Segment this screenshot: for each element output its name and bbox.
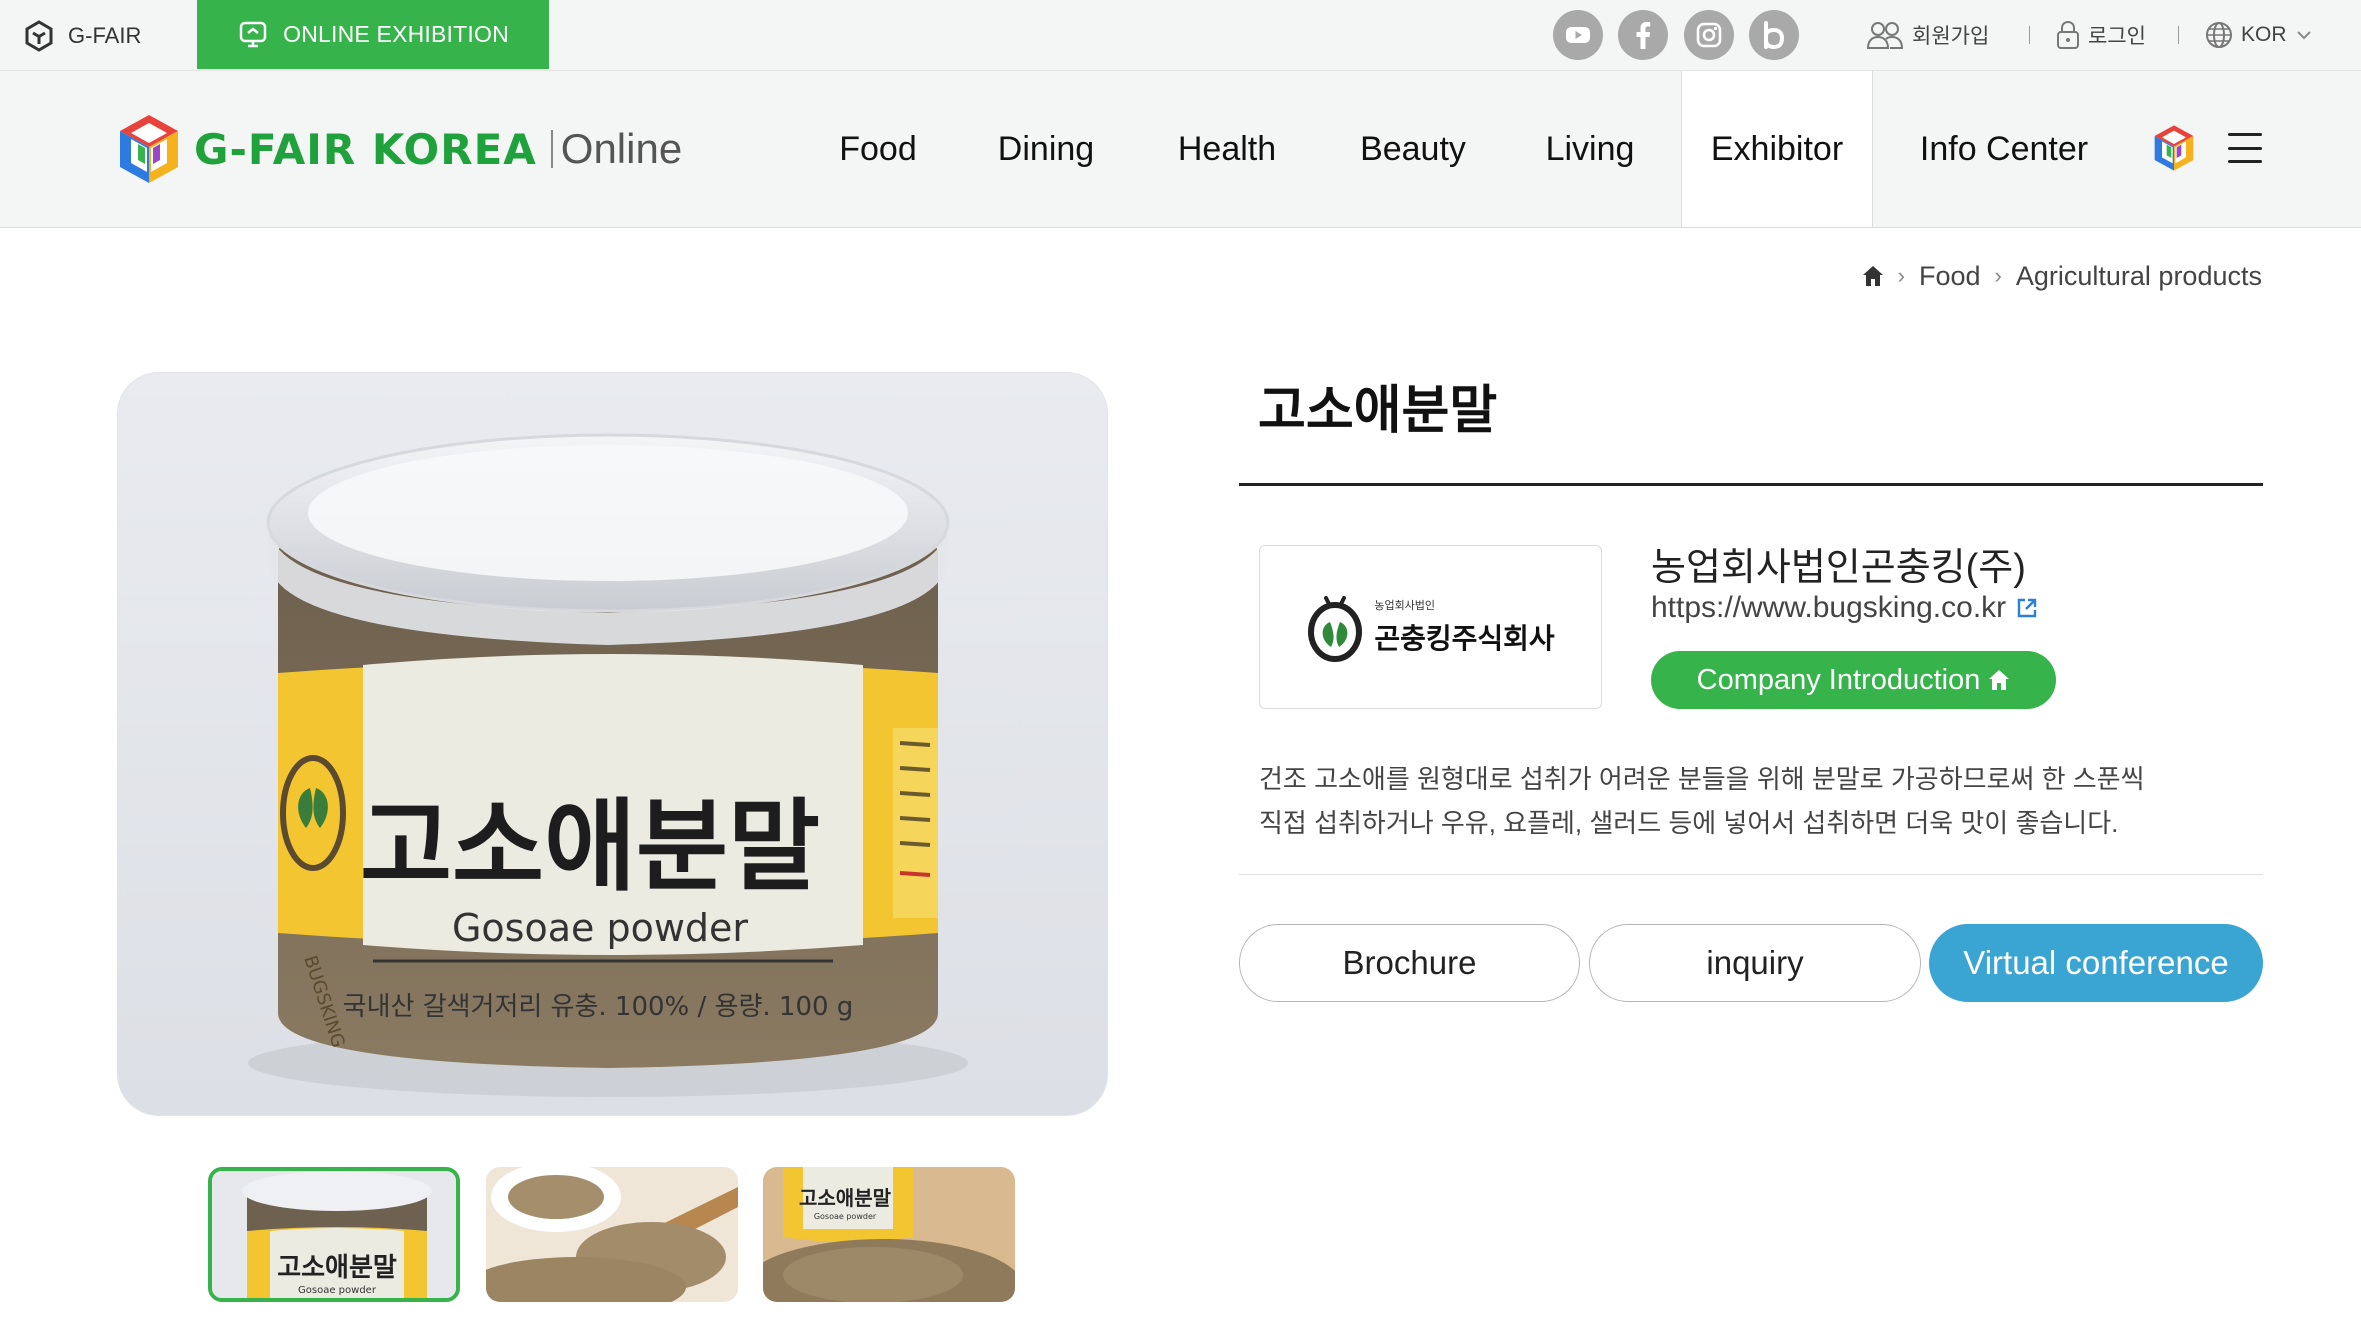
company-logo: 농업회사법인 곤충킹주식회사	[1259, 545, 1602, 709]
thumbnail-powder-spoon-image	[486, 1167, 738, 1302]
description-divider	[1239, 874, 2263, 875]
gfair-home-link[interactable]: G-FAIR	[24, 18, 141, 54]
nav-item-info-center[interactable]: Info Center	[1906, 71, 2102, 227]
external-link-icon	[2017, 598, 2037, 618]
nav-item-beauty[interactable]: Beauty	[1340, 71, 1486, 227]
virtual-conference-button[interactable]: Virtual conference	[1929, 924, 2263, 1002]
hamburger-menu-button[interactable]	[2228, 133, 2262, 163]
logo-divider	[550, 130, 553, 168]
title-divider	[1239, 483, 2263, 486]
product-title: 고소애분말	[1258, 382, 1498, 440]
nav-item-food[interactable]: Food	[812, 71, 944, 227]
online-exhibition-label: ONLINE EXHIBITION	[283, 21, 509, 47]
company-logo-text-group: 농업회사법인 곤충킹주식회사	[1374, 597, 1554, 657]
instagram-button[interactable]	[1684, 10, 1734, 60]
menu-line	[2228, 146, 2262, 150]
logo-suffix: Online	[560, 125, 683, 172]
company-logo-small-text: 농업회사법인	[1374, 600, 1436, 612]
site-logo[interactable]: G-FAIR KOREA Online	[116, 111, 682, 187]
company-introduction-label: Company Introduction	[1696, 663, 1981, 696]
signup-link[interactable]: 회원가입	[1866, 16, 1989, 54]
top-utility-bar: G-FAIR ONLINE EXHIBITION 회원가입 로그인 KOR	[0, 0, 2361, 71]
instagram-icon	[1696, 22, 1722, 48]
thumbnail-3[interactable]: 고소애분말 Gosoae powder	[763, 1167, 1015, 1302]
lock-icon	[2057, 20, 2079, 49]
exhibition-icon	[239, 21, 267, 47]
company-website-link[interactable]: https://www.bugsking.co.kr	[1651, 591, 2038, 625]
breadcrumb-food[interactable]: Food	[1919, 261, 1981, 292]
blog-icon	[1764, 21, 1785, 49]
breadcrumb: › Food › Agricultural products	[1862, 256, 2262, 296]
thumbnail-sub: Gosoae powder	[814, 1212, 877, 1221]
globe-icon	[2206, 22, 2232, 48]
nav-item-health[interactable]: Health	[1160, 71, 1294, 227]
gfair-cube-button[interactable]	[2152, 123, 2196, 173]
blog-button[interactable]	[1749, 10, 1799, 60]
gfair-label: G-FAIR	[68, 23, 142, 48]
home-icon	[1989, 670, 2010, 690]
thumbnail-jar-image: 고소애분말 Gosoae powder	[212, 1171, 456, 1298]
facebook-icon	[1636, 22, 1651, 49]
jar-label-korean: 고소애분말	[360, 788, 820, 905]
thumbnail-label: 고소애분말	[799, 1186, 892, 1210]
gfair-cube-icon	[2154, 125, 2194, 171]
nav-item-dining[interactable]: Dining	[978, 71, 1114, 227]
product-main-image: 고소애분말 Gosoae powder 국내산 갈색거저리 유충. 100% /…	[117, 372, 1108, 1116]
thumbnail-2[interactable]	[486, 1167, 738, 1302]
gfair-korea-logo-icon	[120, 115, 178, 183]
thumbnail-jar-powder-image: 고소애분말 Gosoae powder	[763, 1167, 1015, 1302]
company-logo-text: 곤충킹주식회사	[1374, 622, 1555, 655]
home-icon[interactable]	[1862, 265, 1884, 287]
gfair-cube-icon	[25, 20, 53, 52]
language-label: KOR	[2241, 23, 2287, 46]
jar-label-sub: 국내산 갈색거저리 유충. 100% / 용량. 100 g	[343, 992, 854, 1022]
language-selector[interactable]: KOR	[2205, 16, 2313, 54]
thumbnail-sub: Gosoae powder	[298, 1285, 377, 1296]
bug-logo-icon	[1308, 596, 1363, 662]
nav-item-exhibitor[interactable]: Exhibitor	[1681, 71, 1873, 227]
description-line: 건조 고소애를 원형대로 섭취가 어려운 분들을 위해 분말로 가공하므로써 한…	[1259, 764, 2145, 794]
brochure-button[interactable]: Brochure	[1239, 924, 1580, 1002]
thumbnail-1[interactable]: 고소애분말 Gosoae powder	[208, 1167, 460, 1302]
description-line: 직접 섭취하거나 우유, 요플레, 샐러드 등에 넣어서 섭취하면 더욱 맛이 …	[1259, 808, 2119, 838]
divider	[2029, 26, 2030, 44]
company-introduction-button[interactable]: Company Introduction	[1651, 651, 2056, 709]
chevron-down-icon	[2296, 31, 2311, 40]
product-description: 건조 고소애를 원형대로 섭취가 어려운 분들을 위해 분말로 가공하므로써 한…	[1259, 757, 2249, 845]
divider	[2178, 26, 2179, 44]
breadcrumb-separator: ›	[1897, 263, 1905, 288]
logo-text: G-FAIR KOREA	[194, 124, 537, 174]
login-label: 로그인	[2088, 25, 2146, 48]
inquiry-button[interactable]: inquiry	[1589, 924, 1921, 1002]
youtube-button[interactable]	[1553, 10, 1603, 60]
menu-line	[2228, 133, 2262, 136]
facebook-button[interactable]	[1618, 10, 1668, 60]
company-url-text: https://www.bugsking.co.kr	[1651, 591, 2007, 624]
signup-label: 회원가입	[1912, 25, 1990, 48]
nav-item-living[interactable]: Living	[1532, 71, 1648, 227]
login-link[interactable]: 로그인	[2056, 16, 2146, 54]
users-icon	[1866, 22, 1904, 49]
youtube-icon	[1566, 27, 1590, 43]
menu-line	[2228, 160, 2262, 163]
jar-label-english: Gosoae powder	[452, 906, 748, 950]
product-jar-illustration: 고소애분말 Gosoae powder 국내산 갈색거저리 유충. 100% /…	[118, 373, 1107, 1115]
company-name: 농업회사법인곤충킹(주)	[1651, 547, 2026, 589]
thumbnail-label: 고소애분말	[277, 1253, 397, 1283]
main-navigation: G-FAIR KOREA Online Food Dining Health B…	[0, 71, 2361, 228]
tab-online-exhibition[interactable]: ONLINE EXHIBITION	[197, 0, 549, 69]
breadcrumb-separator: ›	[1994, 263, 2002, 288]
breadcrumb-agricultural-products[interactable]: Agricultural products	[2016, 261, 2262, 292]
